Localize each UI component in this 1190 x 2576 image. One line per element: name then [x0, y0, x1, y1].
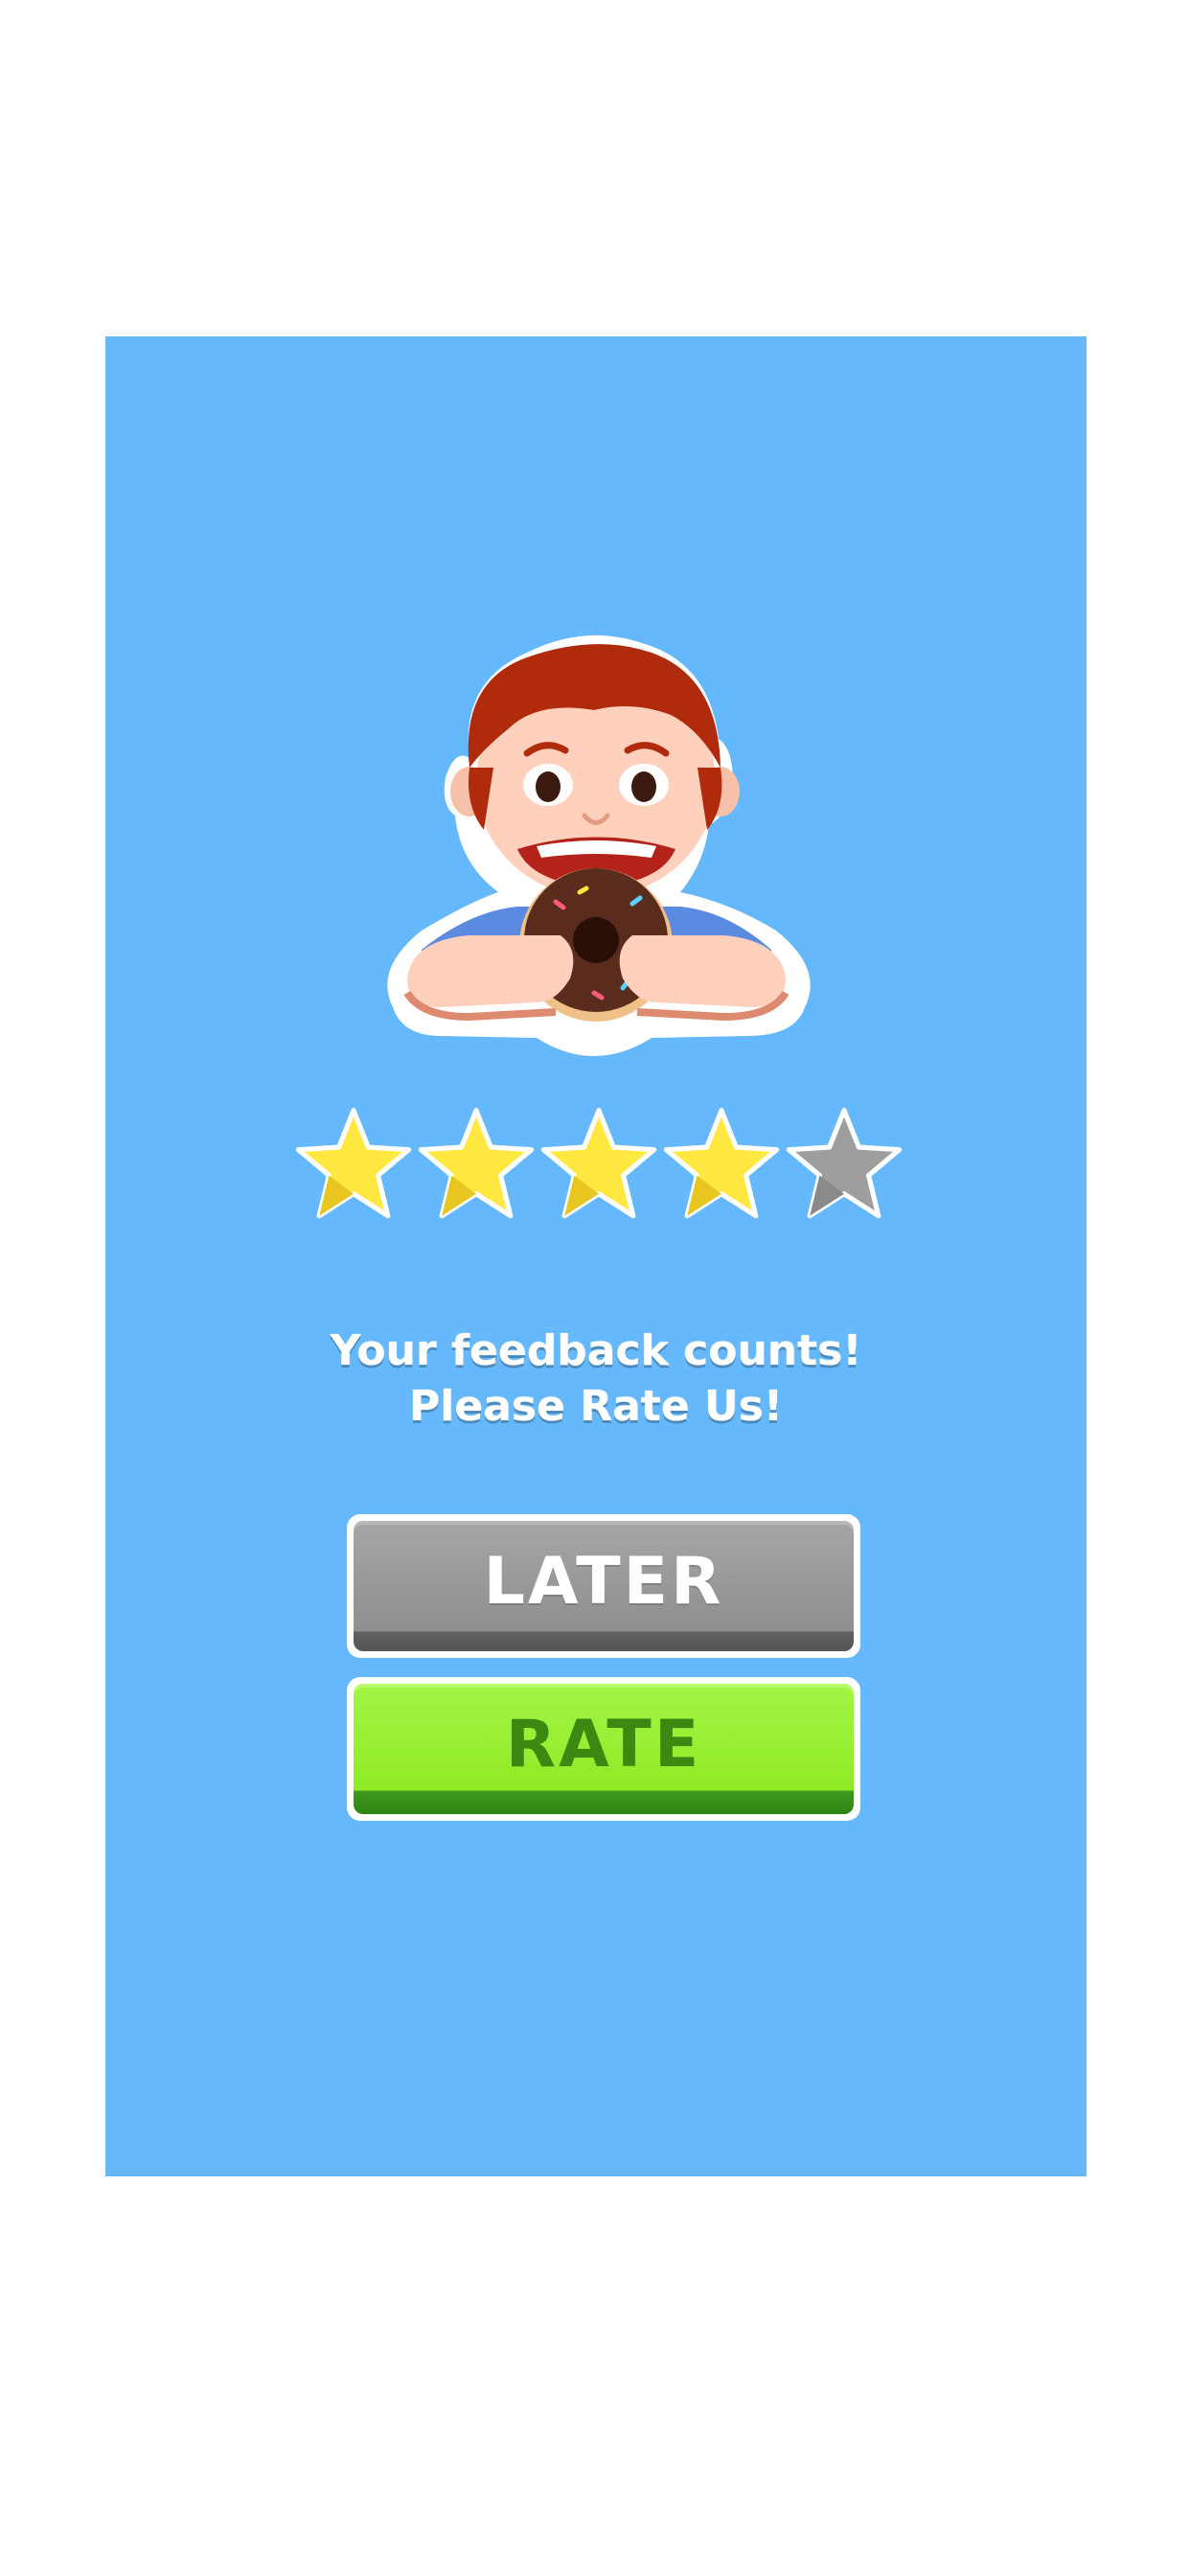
star-empty-icon[interactable] — [783, 1103, 905, 1226]
rating-stars — [292, 1103, 905, 1228]
star-icon[interactable] — [415, 1103, 538, 1226]
rate-button-face[interactable]: RATE — [354, 1684, 854, 1814]
message-line-1: Your feedback counts! — [330, 1326, 862, 1375]
star-icon[interactable] — [660, 1103, 783, 1226]
later-button-label: LATER — [483, 1543, 724, 1620]
rate-button[interactable]: RATE — [347, 1677, 860, 1821]
rate-dialog: Your feedback counts! Please Rate Us! LA… — [105, 336, 1087, 2176]
star-icon[interactable] — [538, 1103, 660, 1226]
later-button-face[interactable]: LATER — [354, 1521, 854, 1651]
rate-button-label: RATE — [505, 1706, 702, 1782]
boy-eating-donut-icon — [387, 635, 811, 1056]
feedback-message: Your feedback counts! Please Rate Us! — [105, 1323, 1087, 1435]
later-button[interactable]: LATER — [347, 1514, 860, 1658]
message-line-2: Please Rate Us! — [409, 1382, 783, 1431]
star-icon[interactable] — [292, 1103, 415, 1226]
